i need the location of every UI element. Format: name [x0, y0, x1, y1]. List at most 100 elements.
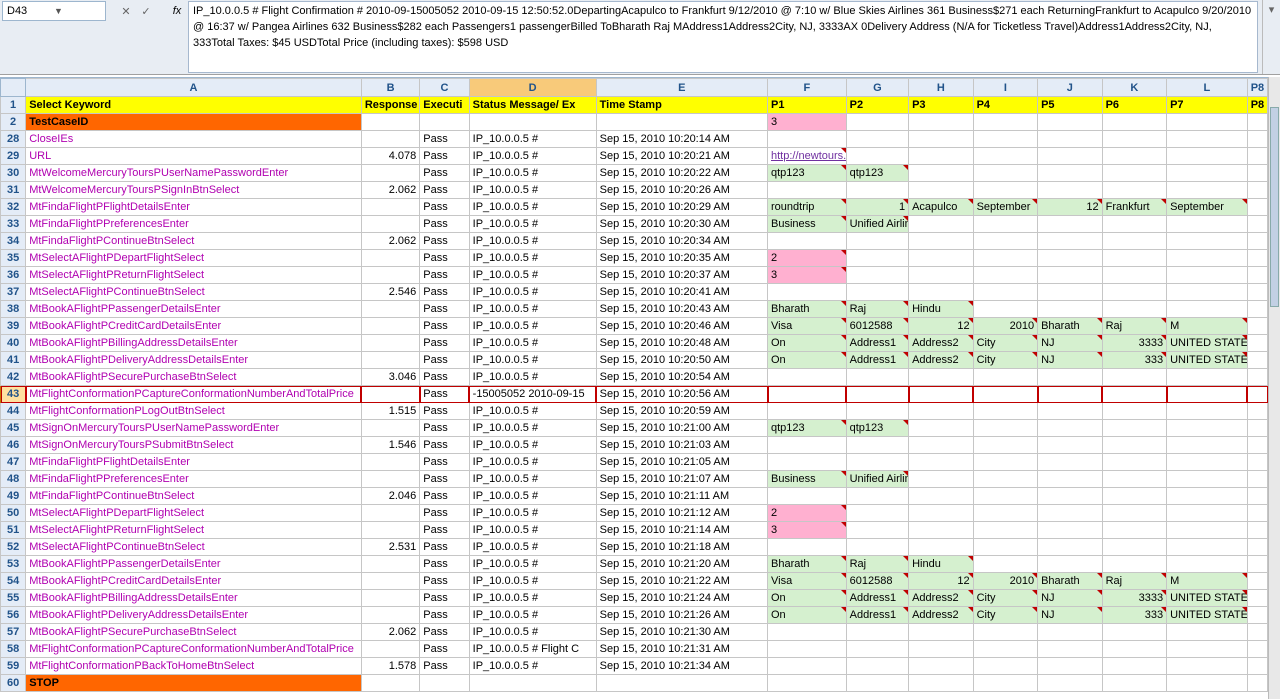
cell[interactable] — [846, 522, 908, 539]
cell[interactable]: qtp123 — [768, 165, 847, 182]
cell[interactable]: Pass — [420, 539, 469, 556]
cell[interactable] — [1247, 335, 1267, 352]
cell[interactable]: IP_10.0.0.5 # — [469, 352, 596, 369]
cell[interactable] — [846, 369, 908, 386]
cell[interactable] — [973, 182, 1038, 199]
name-box[interactable]: D43 ▼ — [2, 1, 106, 21]
cell[interactable] — [1038, 114, 1103, 131]
cell[interactable] — [1102, 182, 1167, 199]
cell[interactable]: IP_10.0.0.5 # — [469, 522, 596, 539]
cell[interactable]: Sep 15, 2010 10:21:05 AM — [596, 454, 767, 471]
cell[interactable] — [973, 267, 1038, 284]
cell[interactable] — [973, 437, 1038, 454]
cell[interactable] — [361, 675, 419, 692]
cell[interactable] — [973, 658, 1038, 675]
cell[interactable] — [909, 437, 974, 454]
cell[interactable]: MtFindaFlightPPreferencesEnter — [26, 471, 362, 488]
vertical-scrollbar[interactable] — [1268, 77, 1280, 699]
cell[interactable] — [909, 488, 974, 505]
cell[interactable] — [361, 199, 419, 216]
cell[interactable] — [909, 369, 974, 386]
cell[interactable]: Sep 15, 2010 10:20:59 AM — [596, 403, 767, 420]
cell[interactable] — [1247, 437, 1267, 454]
cell[interactable] — [909, 284, 974, 301]
cell[interactable]: IP_10.0.0.5 # — [469, 284, 596, 301]
cell[interactable] — [1247, 250, 1267, 267]
cell[interactable] — [1038, 386, 1103, 403]
cell[interactable]: 2.531 — [361, 539, 419, 556]
row-hdr[interactable]: 2 — [1, 114, 26, 131]
cell[interactable] — [1167, 386, 1248, 403]
cell[interactable] — [361, 165, 419, 182]
cell[interactable] — [846, 131, 908, 148]
row-hdr[interactable]: 29 — [1, 148, 26, 165]
cell[interactable] — [1038, 522, 1103, 539]
cell[interactable] — [1038, 556, 1103, 573]
cell[interactable] — [1247, 556, 1267, 573]
cell[interactable] — [1247, 131, 1267, 148]
cell[interactable] — [361, 250, 419, 267]
cell[interactable] — [909, 675, 974, 692]
cell[interactable]: Pass — [420, 624, 469, 641]
cell[interactable] — [361, 335, 419, 352]
row-hdr[interactable]: 53 — [1, 556, 26, 573]
row-hdr[interactable]: 51 — [1, 522, 26, 539]
expand-formula-bar-icon[interactable]: ▾ — [1262, 0, 1280, 74]
cell[interactable] — [768, 675, 847, 692]
cell[interactable] — [1102, 403, 1167, 420]
cell[interactable] — [1102, 233, 1167, 250]
cell[interactable]: Status Message/ Ex — [469, 97, 596, 114]
cell[interactable]: 2.546 — [361, 284, 419, 301]
cell[interactable] — [1247, 165, 1267, 182]
cell[interactable]: qtp123 — [846, 420, 908, 437]
row-hdr[interactable]: 59 — [1, 658, 26, 675]
row-hdr[interactable]: 28 — [1, 131, 26, 148]
cell[interactable]: Raj — [1102, 318, 1167, 335]
cell[interactable] — [1102, 250, 1167, 267]
cell[interactable]: Sep 15, 2010 10:21:14 AM — [596, 522, 767, 539]
cell[interactable] — [973, 505, 1038, 522]
cell[interactable] — [1038, 267, 1103, 284]
cell[interactable] — [1038, 165, 1103, 182]
cell[interactable]: IP_10.0.0.5 # — [469, 488, 596, 505]
cell[interactable]: URL — [26, 148, 362, 165]
cell[interactable]: 3333 — [1102, 335, 1167, 352]
cell[interactable] — [361, 505, 419, 522]
cell[interactable]: City — [973, 352, 1038, 369]
cell[interactable]: Response — [361, 97, 419, 114]
cell[interactable] — [1102, 454, 1167, 471]
cell[interactable]: Pass — [420, 301, 469, 318]
cell[interactable] — [1247, 590, 1267, 607]
cell[interactable]: Acapulco — [909, 199, 974, 216]
cell[interactable]: TestCaseID — [26, 114, 362, 131]
cell[interactable] — [909, 471, 974, 488]
cell[interactable] — [1167, 131, 1248, 148]
row-hdr[interactable]: 30 — [1, 165, 26, 182]
cell[interactable]: MtFlightConformationPCaptureConformation… — [26, 641, 362, 658]
cell[interactable]: IP_10.0.0.5 # — [469, 369, 596, 386]
cell[interactable] — [909, 420, 974, 437]
cell[interactable]: IP_10.0.0.5 # — [469, 437, 596, 454]
row-hdr[interactable]: 60 — [1, 675, 26, 692]
cell[interactable] — [1102, 471, 1167, 488]
cell[interactable] — [1102, 267, 1167, 284]
cell[interactable] — [768, 488, 847, 505]
cell[interactable] — [1102, 675, 1167, 692]
cell[interactable]: Frankfurt — [1102, 199, 1167, 216]
cell[interactable]: roundtrip — [768, 199, 847, 216]
cell[interactable]: P6 — [1102, 97, 1167, 114]
cell[interactable]: Sep 15, 2010 10:21:26 AM — [596, 607, 767, 624]
cell[interactable] — [420, 114, 469, 131]
cell[interactable]: Sep 15, 2010 10:20:54 AM — [596, 369, 767, 386]
cell[interactable] — [973, 471, 1038, 488]
cell[interactable] — [1247, 539, 1267, 556]
cell[interactable] — [1038, 131, 1103, 148]
row-hdr[interactable]: 48 — [1, 471, 26, 488]
cell[interactable]: IP_10.0.0.5 # — [469, 454, 596, 471]
cell[interactable] — [1247, 233, 1267, 250]
cell[interactable] — [973, 369, 1038, 386]
cell[interactable] — [846, 505, 908, 522]
cell[interactable] — [1167, 233, 1248, 250]
col-K[interactable]: K — [1102, 79, 1167, 97]
cell[interactable]: NJ — [1038, 352, 1103, 369]
